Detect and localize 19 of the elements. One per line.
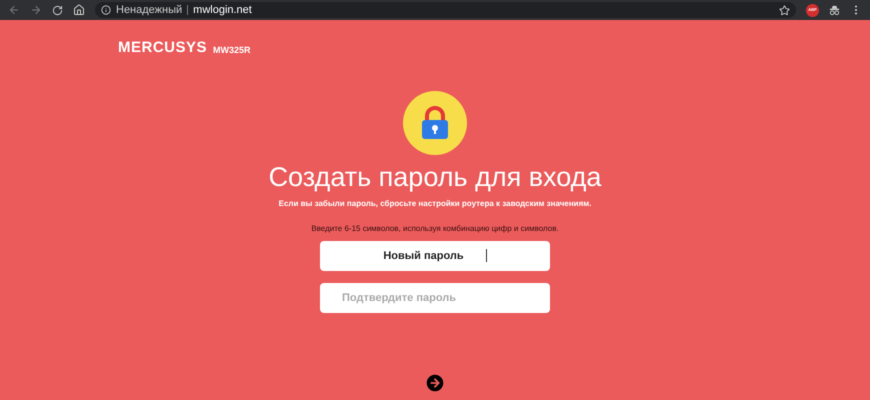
password-hint: Введите 6-15 символов, используя комбинацию цифр и символов. [311,222,559,235]
brand-logo: MERCUSYS [118,40,208,55]
info-icon [101,5,111,15]
home-icon[interactable] [73,4,85,16]
page-title: Создать пароль для входа [268,161,602,194]
password-field[interactable]: Новый пароль [320,240,550,271]
back-icon[interactable] [8,4,20,16]
model-name: MW325R [213,46,251,55]
incognito-icon[interactable] [829,4,840,16]
forward-icon[interactable] [30,4,42,16]
next-button[interactable] [424,372,446,394]
password-field[interactable]: Подтвердите пароль [320,282,550,313]
reload-icon[interactable] [52,4,63,16]
reset-notice: Если вы забыли пароль, сбросьте настройки роутера к заводским значениям. [278,198,592,210]
url-text: mwlogin.net [193,2,252,18]
field-label: Новый пароль [383,248,464,264]
security-label: Ненадежный [116,2,182,18]
star-icon[interactable] [779,4,790,16]
address-bar[interactable]: Ненадежный mwlogin.net [95,2,796,18]
